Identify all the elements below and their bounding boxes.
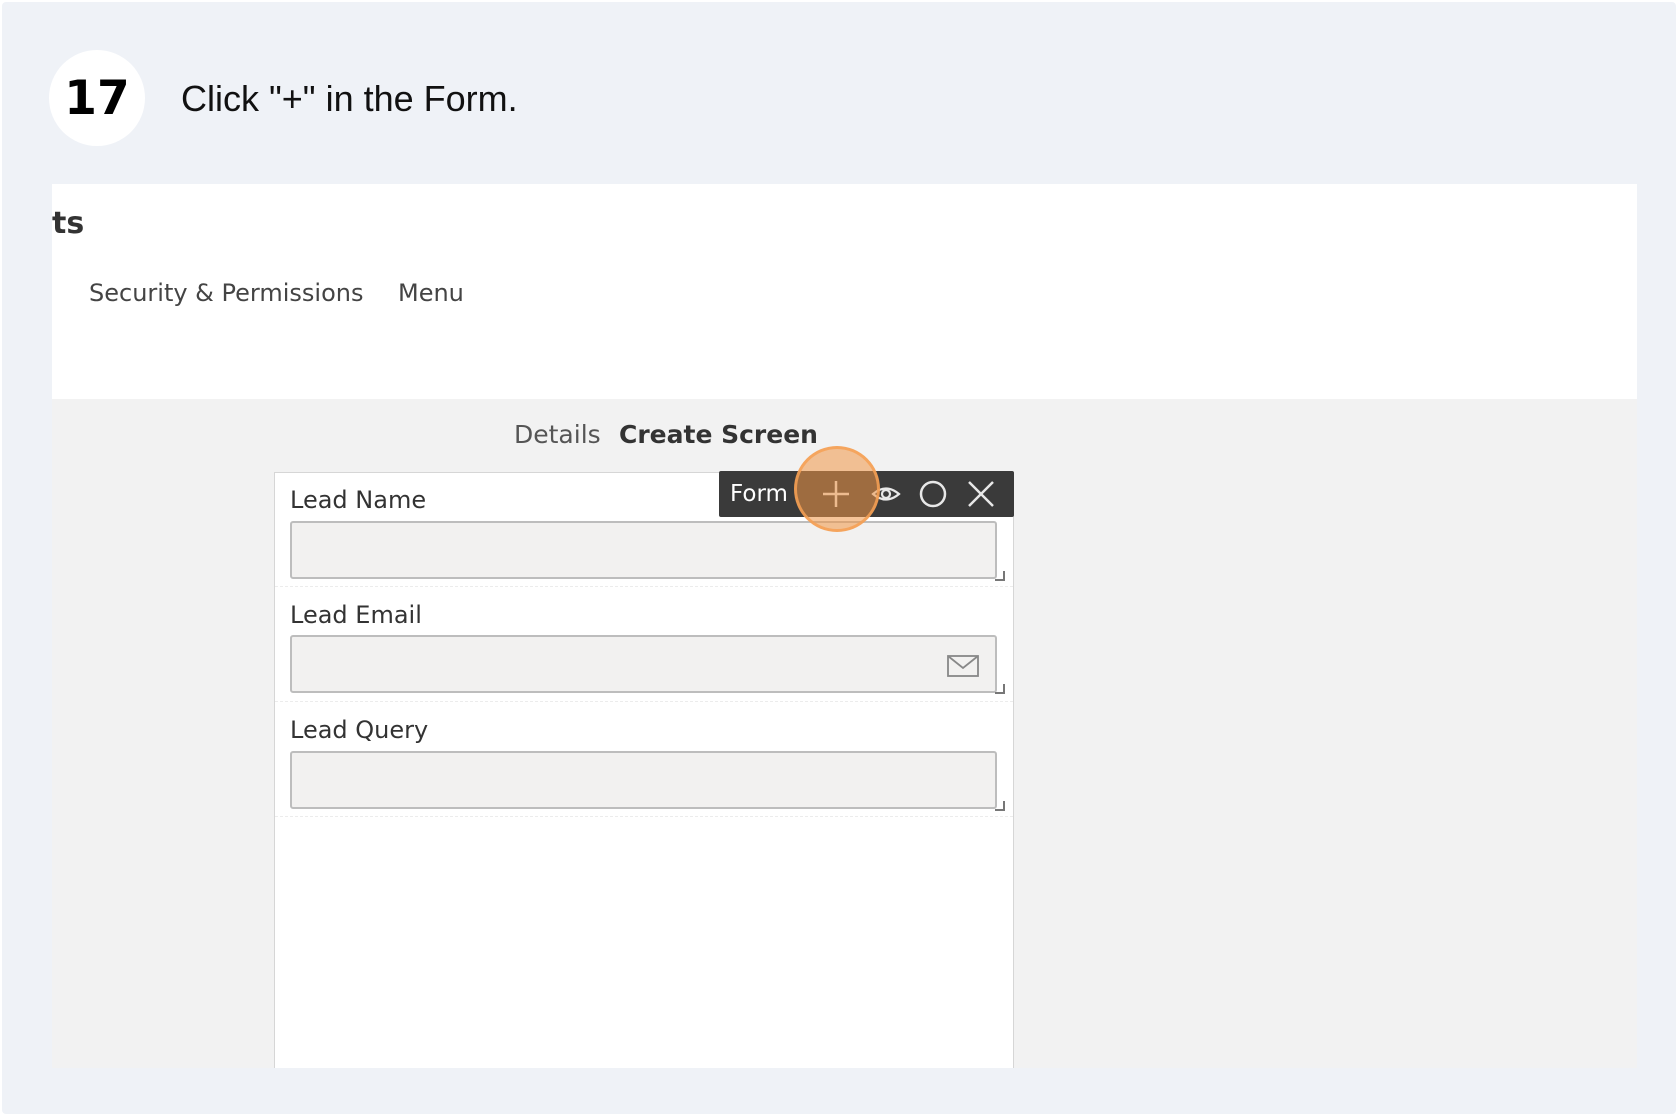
field-lead-query: Lead Query bbox=[275, 703, 1013, 817]
circle-icon[interactable] bbox=[918, 479, 948, 509]
lead-query-input[interactable] bbox=[290, 751, 997, 809]
field-label: Lead Email bbox=[290, 601, 422, 629]
close-icon[interactable] bbox=[966, 479, 996, 509]
app-header: ts Security & Permissions Menu bbox=[52, 184, 1637, 399]
tab-details[interactable]: Details bbox=[514, 420, 601, 449]
step-number-badge: 17 bbox=[49, 50, 145, 146]
lead-name-input[interactable] bbox=[290, 521, 997, 579]
click-highlight bbox=[794, 446, 880, 532]
resize-handle[interactable] bbox=[995, 684, 1005, 694]
nav-security-permissions[interactable]: Security & Permissions bbox=[89, 279, 363, 307]
step-instruction: Click "+" in the Form. bbox=[181, 78, 518, 119]
mail-icon bbox=[947, 655, 979, 677]
form-panel: Lead Name Lead Email Lead Query bbox=[274, 472, 1014, 1068]
nav-menu[interactable]: Menu bbox=[398, 279, 464, 307]
app-screenshot: ts Security & Permissions Menu Details C… bbox=[52, 184, 1637, 1068]
field-lead-email: Lead Email bbox=[275, 588, 1013, 702]
toolbar-label: Form bbox=[730, 481, 788, 507]
page-title-fragment: ts bbox=[52, 206, 85, 241]
lead-email-input[interactable] bbox=[290, 635, 997, 693]
resize-handle[interactable] bbox=[995, 801, 1005, 811]
field-label: Lead Query bbox=[290, 716, 429, 744]
step-card: 17 Click "+" in the Form. ts Security & … bbox=[2, 2, 1676, 1114]
tab-create-screen[interactable]: Create Screen bbox=[619, 420, 818, 449]
field-label: Lead Name bbox=[290, 486, 427, 514]
resize-handle[interactable] bbox=[995, 571, 1005, 581]
